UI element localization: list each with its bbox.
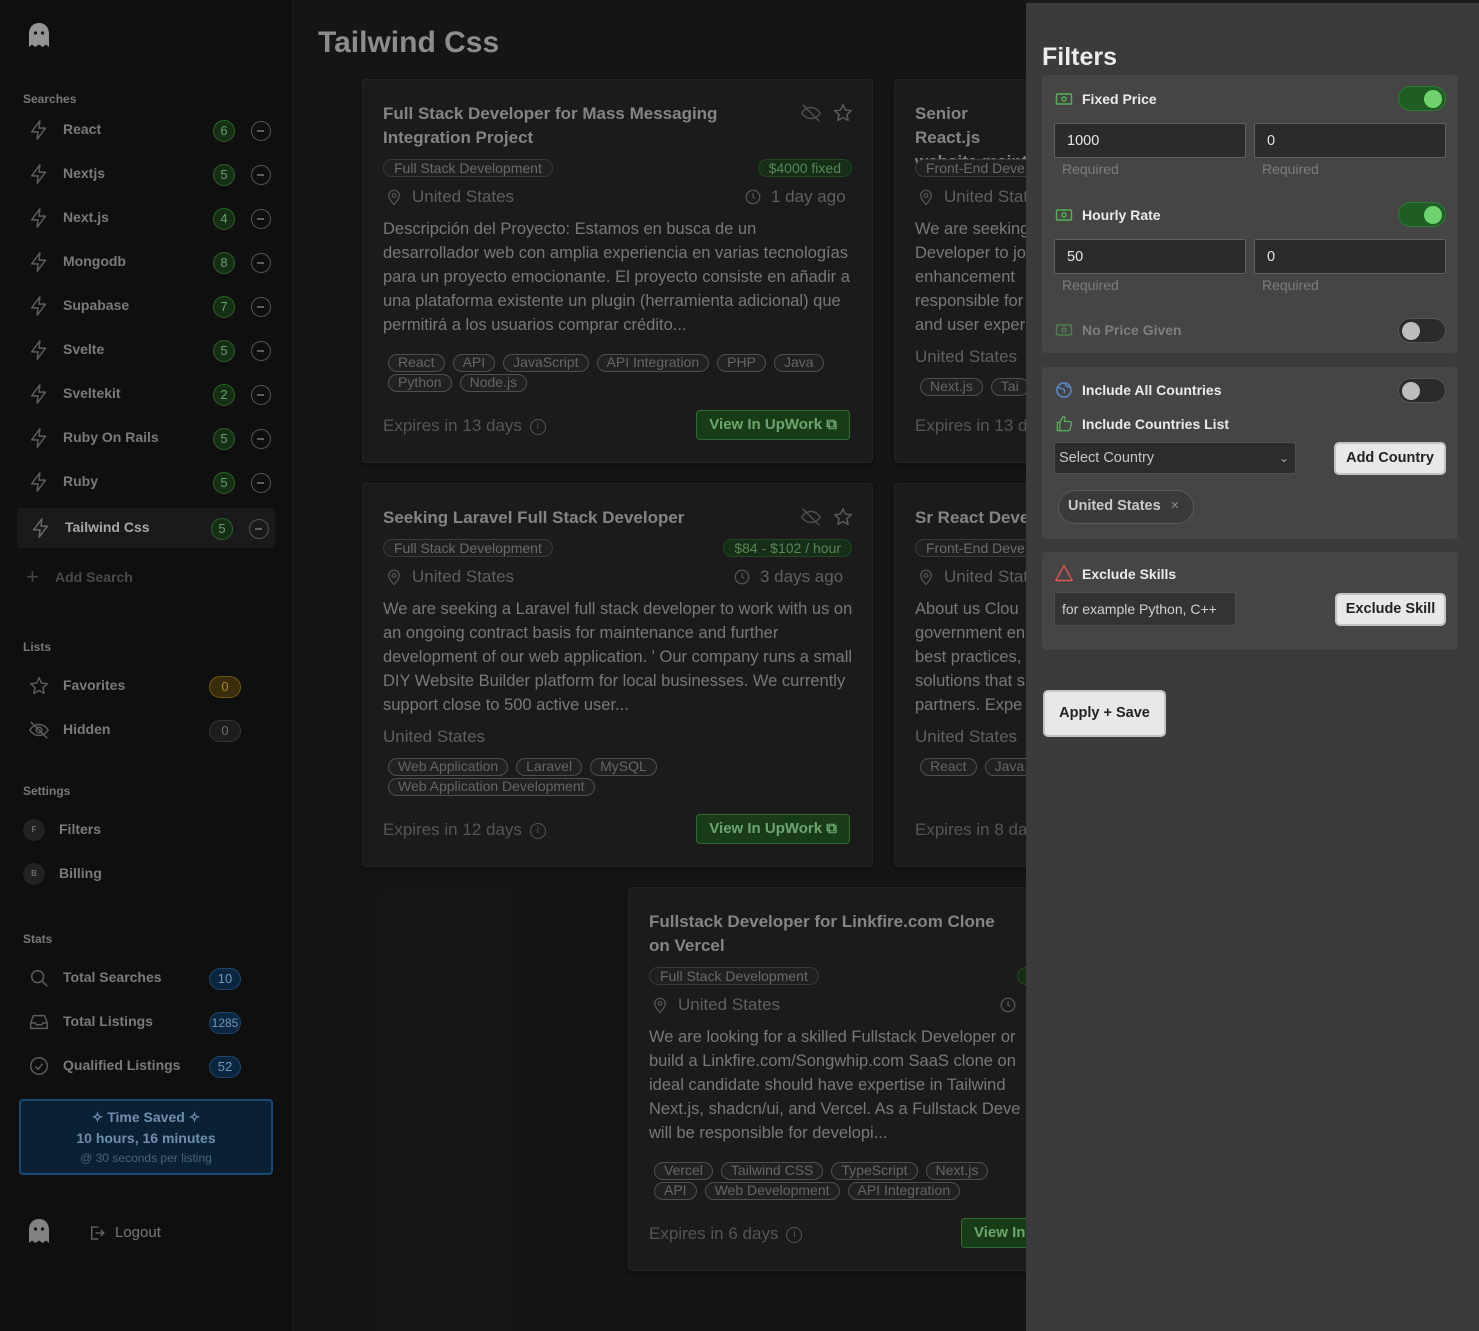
- globe-icon: [1056, 382, 1072, 398]
- warning-triangle-icon: [1054, 564, 1074, 582]
- money-icon: [1055, 209, 1073, 221]
- exclude-skills-box: Exclude Skills for example Python, C++ E…: [1042, 552, 1458, 650]
- filters-title: Filters: [1042, 43, 1118, 71]
- skill-input[interactable]: for example Python, C++: [1054, 592, 1236, 626]
- price-filters-box: Fixed Price Required Required Hourly Rat…: [1042, 75, 1458, 353]
- hourly-rate-max-input[interactable]: [1254, 239, 1446, 274]
- fixed-price-max-input[interactable]: [1254, 123, 1446, 158]
- hourly-rate-toggle[interactable]: [1398, 202, 1446, 227]
- country-chip: United States ×: [1058, 490, 1195, 524]
- thumbs-up-icon: [1056, 415, 1073, 432]
- hourly-rate-min-input[interactable]: [1054, 239, 1246, 274]
- app-window: Searches React 6 Nextjs 5 Next.js 4 Mong…: [0, 0, 1479, 1331]
- exclude-skill-button[interactable]: Exclude Skill: [1335, 593, 1446, 626]
- required-hint: Required: [1262, 277, 1319, 293]
- required-hint: Required: [1062, 277, 1119, 293]
- required-hint: Required: [1262, 161, 1319, 177]
- money-icon: [1055, 324, 1073, 336]
- add-country-button[interactable]: Add Country: [1334, 442, 1446, 475]
- countries-filters-box: Include All Countries Include Countries …: [1042, 367, 1458, 539]
- no-price-toggle[interactable]: [1398, 318, 1446, 343]
- apply-save-button[interactable]: Apply + Save: [1043, 690, 1166, 737]
- fixed-price-min-input[interactable]: [1054, 123, 1246, 158]
- select-value: Select Country: [1059, 450, 1155, 466]
- exclude-skills-label: Exclude Skills: [1082, 566, 1177, 582]
- required-hint: Required: [1062, 161, 1119, 177]
- fixed-price-toggle[interactable]: [1398, 86, 1446, 111]
- chip-label: United States: [1068, 498, 1161, 514]
- include-countries-list-label: Include Countries List: [1082, 416, 1230, 432]
- chevron-down-icon: ⌄: [1278, 451, 1289, 465]
- no-price-label: No Price Given: [1082, 322, 1182, 338]
- close-icon[interactable]: ×: [1171, 498, 1179, 514]
- include-all-countries-toggle[interactable]: [1398, 378, 1446, 403]
- fixed-price-label: Fixed Price: [1082, 91, 1157, 107]
- country-select[interactable]: Select Country ⌄: [1054, 442, 1296, 474]
- backdrop-overlay[interactable]: [0, 0, 1026, 1331]
- hourly-rate-label: Hourly Rate: [1082, 207, 1161, 223]
- include-all-countries-label: Include All Countries: [1082, 382, 1222, 398]
- money-icon: [1055, 93, 1073, 105]
- filters-panel: Filters Fixed Price Required Required Ho…: [1026, 3, 1479, 1331]
